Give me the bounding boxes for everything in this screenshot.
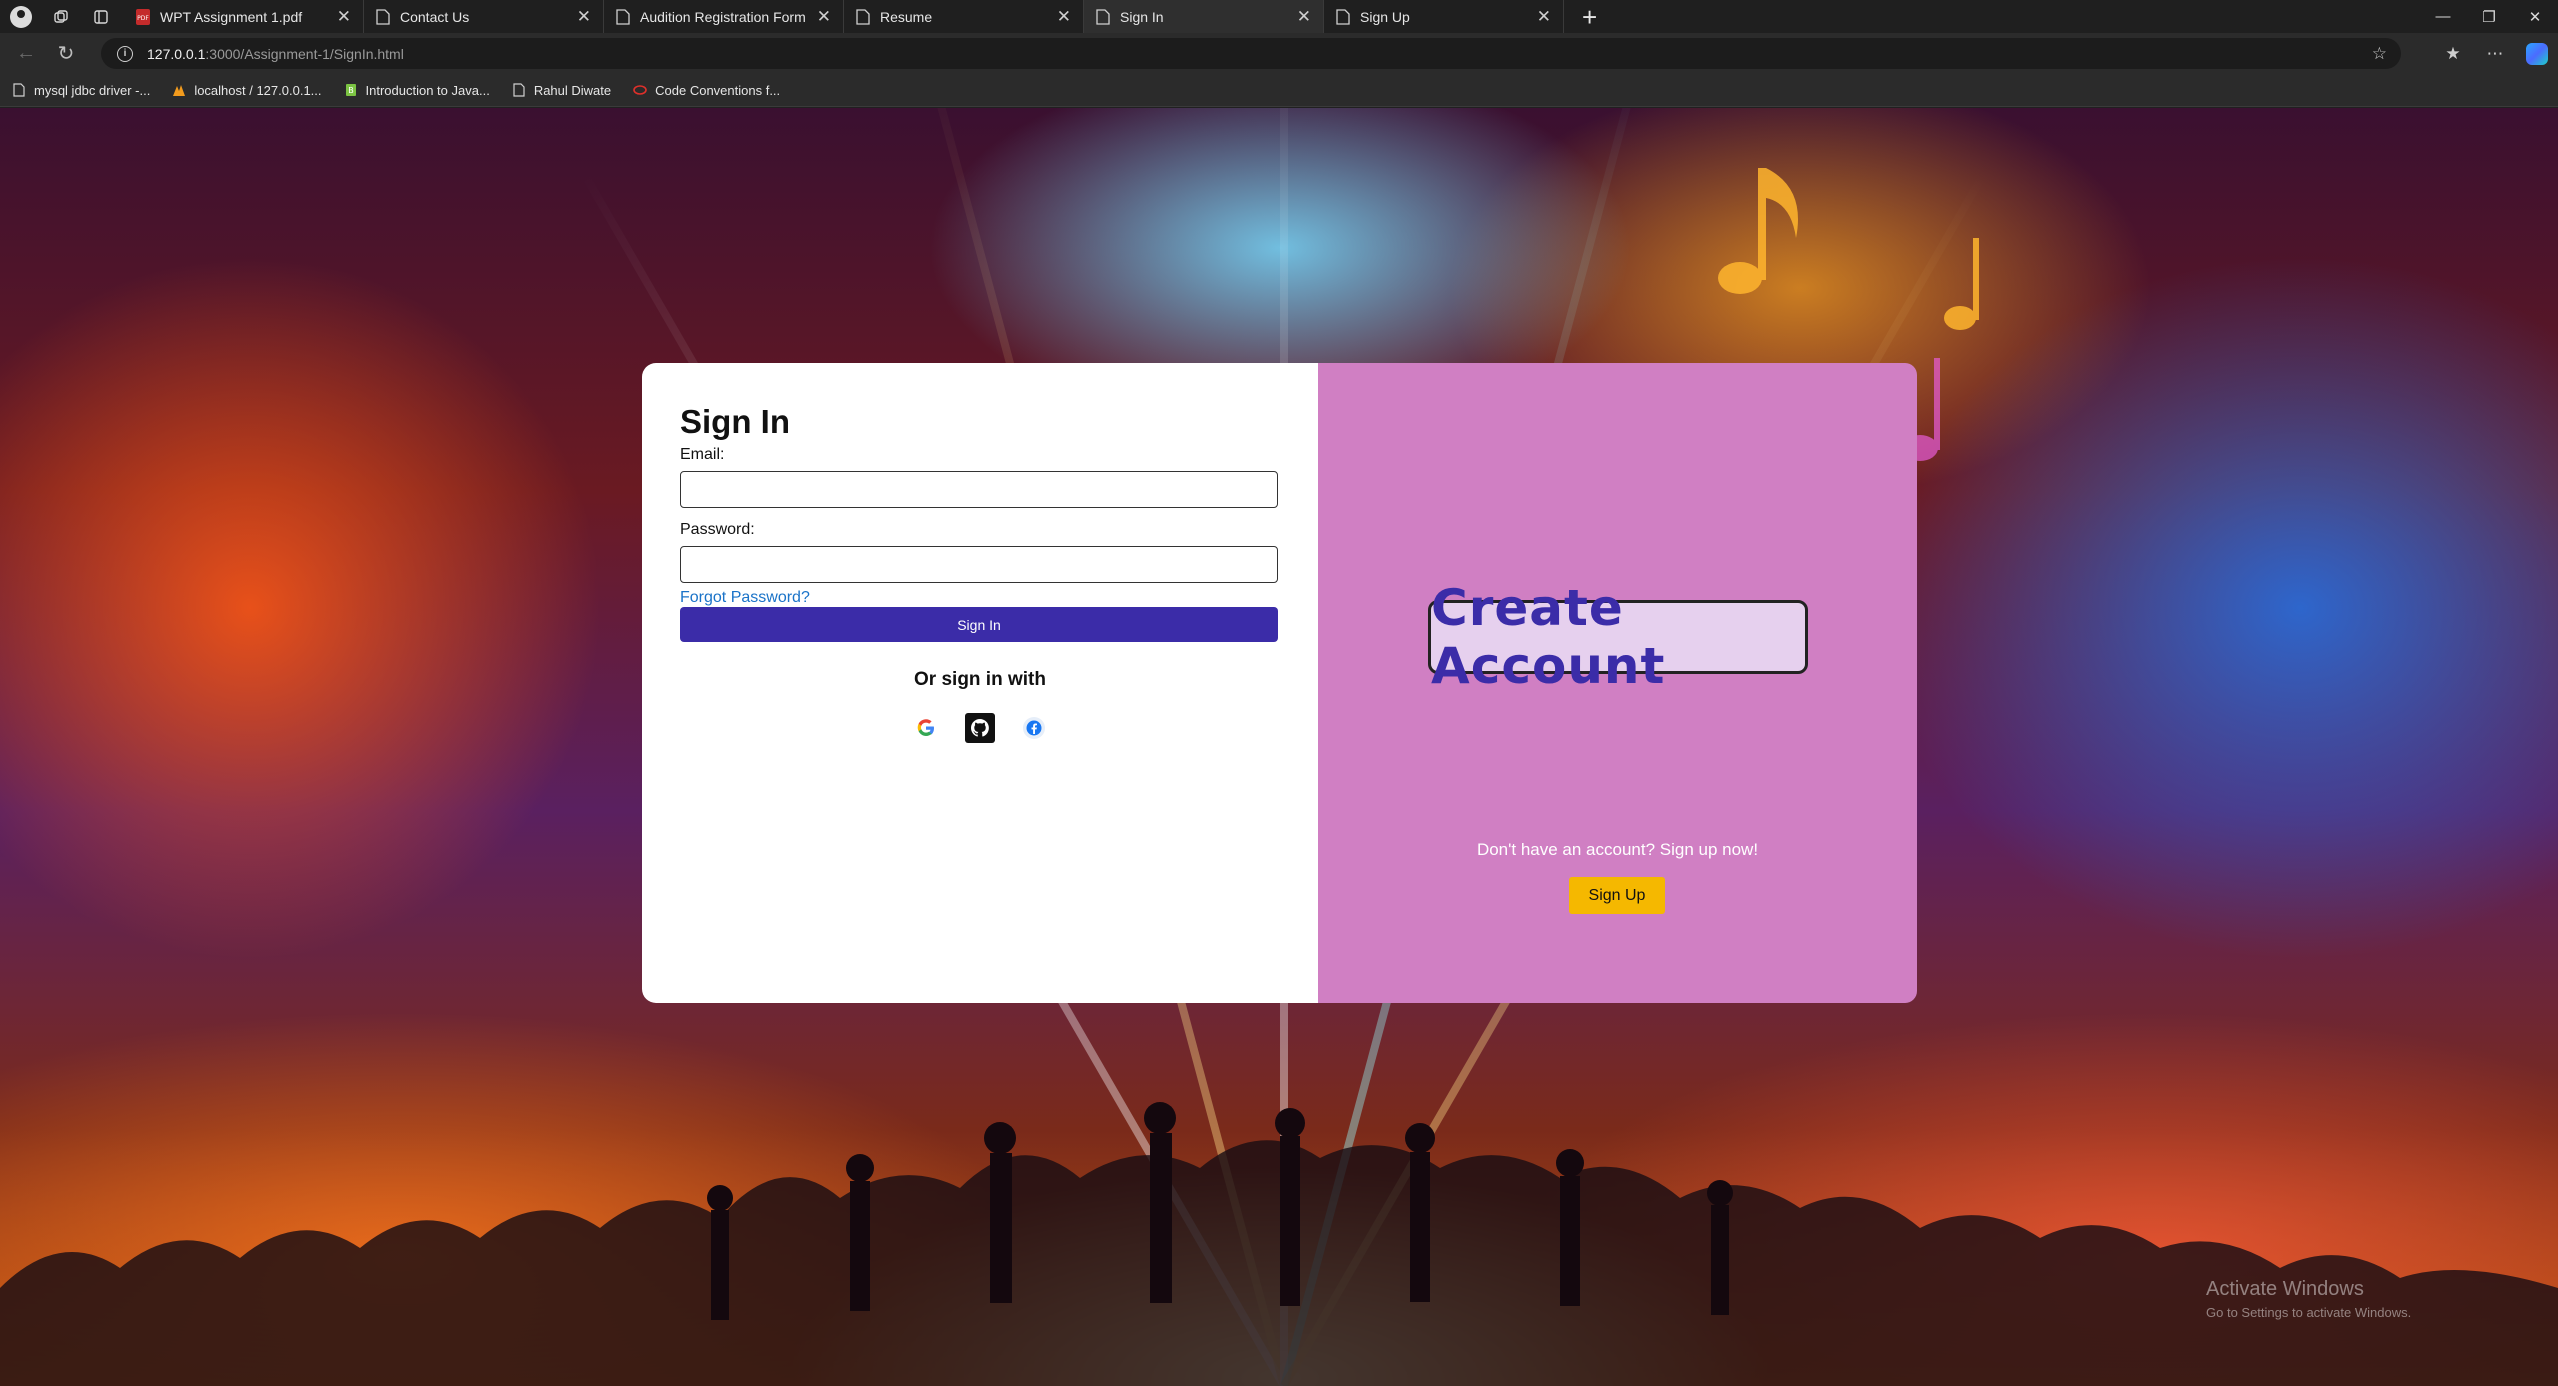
- watermark-title: Activate Windows: [2206, 1278, 2364, 1300]
- page-icon: [513, 83, 525, 97]
- new-tab-button[interactable]: +: [1582, 4, 1597, 30]
- profile-avatar-icon[interactable]: [10, 5, 32, 28]
- tab-strip: PDF WPT Assignment 1.pdf ✕ Contact Us ✕ …: [0, 0, 2558, 33]
- tab-actions-icon[interactable]: [90, 6, 112, 28]
- url-host: 127.0.0.1: [147, 45, 206, 62]
- pdf-icon: PDF: [136, 8, 150, 25]
- close-icon[interactable]: ✕: [817, 7, 831, 27]
- page-icon: [1336, 8, 1350, 25]
- page-icon: [13, 83, 25, 97]
- tab-title: Sign In: [1120, 8, 1164, 25]
- oracle-icon: [633, 85, 647, 95]
- tab-sign-up[interactable]: Sign Up ✕: [1324, 0, 1564, 33]
- tab-audition-registration[interactable]: Audition Registration Form ✕: [604, 0, 844, 33]
- bookmark-item[interactable]: mysql jdbc driver -...: [12, 83, 150, 98]
- signup-panel: Create Account Don't have an account? Si…: [1318, 363, 1917, 1003]
- tab-wpt-assignment[interactable]: PDF WPT Assignment 1.pdf ✕: [124, 0, 364, 33]
- tab-title: Contact Us: [400, 8, 470, 25]
- bookmark-label: mysql jdbc driver -...: [34, 82, 151, 98]
- site-info-icon[interactable]: i: [117, 45, 133, 62]
- bookmark-label: Code Conventions f...: [655, 82, 781, 98]
- back-arrow-icon[interactable]: ←: [6, 33, 46, 74]
- bookmark-item[interactable]: Rahul Diwate: [512, 83, 611, 98]
- bookmark-label: Rahul Diwate: [533, 82, 612, 98]
- crowd-silhouette-decoration: [0, 1102, 2558, 1386]
- close-window-icon[interactable]: ✕: [2512, 0, 2558, 33]
- workspaces-icon[interactable]: [50, 6, 72, 28]
- password-field[interactable]: [680, 546, 1278, 583]
- tab-title: Sign Up: [1360, 8, 1410, 25]
- phpmyadmin-icon: [173, 85, 186, 96]
- page-icon: [856, 8, 870, 25]
- tab-title: Resume: [880, 8, 933, 25]
- tab-resume[interactable]: Resume ✕: [844, 0, 1084, 33]
- minimize-icon[interactable]: —: [2420, 0, 2466, 33]
- bookmark-label: localhost / 127.0.0.1...: [194, 82, 322, 98]
- bookmark-item[interactable]: localhost / 127.0.0.1...: [172, 82, 322, 98]
- page-background: Activate Windows Go to Settings to activ…: [0, 108, 2558, 1386]
- create-account-title: Create Account: [1428, 579, 1808, 695]
- page-icon: [376, 8, 390, 25]
- close-icon[interactable]: ✕: [577, 7, 591, 27]
- more-menu-icon[interactable]: ⋯: [2474, 44, 2516, 64]
- tab-sign-in[interactable]: Sign In ✕: [1084, 0, 1324, 33]
- signin-button[interactable]: Sign In: [680, 607, 1278, 642]
- google-icon[interactable]: [911, 713, 941, 743]
- tab-contact-us[interactable]: Contact Us ✕: [364, 0, 604, 33]
- svg-text:B: B: [348, 86, 354, 95]
- forgot-password-link[interactable]: Forgot Password?: [680, 589, 810, 607]
- window-controls: — ❐ ✕: [2420, 0, 2558, 33]
- restore-icon[interactable]: ❐: [2466, 0, 2512, 33]
- address-bar: ← ↻ i 127.0.0.1:3000/Assignment-1/SignIn…: [0, 33, 2558, 74]
- bookmark-green-icon: B: [345, 84, 356, 96]
- page-icon: [1096, 8, 1110, 25]
- close-icon[interactable]: ✕: [337, 7, 351, 27]
- svg-text:PDF: PDF: [137, 15, 149, 22]
- signup-prompt-text: Don't have an account? Sign up now!: [1476, 840, 1759, 859]
- reload-icon[interactable]: ↻: [46, 33, 86, 74]
- bookmarks-bar: mysql jdbc driver -... localhost / 127.0…: [0, 74, 2558, 107]
- email-field[interactable]: [680, 471, 1278, 508]
- page-icon: [616, 8, 630, 25]
- signin-title: Sign In: [680, 403, 790, 440]
- tab-title: Audition Registration Form: [640, 8, 806, 25]
- email-label: Email:: [680, 446, 725, 463]
- watermark-subtitle: Go to Settings to activate Windows.: [2206, 1305, 2412, 1320]
- activate-windows-watermark: Activate Windows Go to Settings to activ…: [2206, 1278, 2411, 1320]
- toolbar-right: ★ ⋯: [2432, 33, 2558, 74]
- signup-button[interactable]: Sign Up: [1569, 877, 1665, 914]
- bookmark-item[interactable]: Code Conventions f...: [633, 83, 780, 98]
- url-field[interactable]: i 127.0.0.1:3000/Assignment-1/SignIn.htm…: [101, 38, 2401, 69]
- url-path: :3000/Assignment-1/SignIn.html: [205, 45, 404, 62]
- password-label: Password:: [680, 521, 755, 538]
- facebook-icon[interactable]: [1019, 713, 1049, 743]
- close-icon[interactable]: ✕: [1297, 7, 1311, 27]
- bookmark-item[interactable]: B Introduction to Java...: [344, 83, 490, 98]
- favorite-star-icon[interactable]: ☆: [2372, 44, 2387, 64]
- tab-title: WPT Assignment 1.pdf: [160, 8, 303, 25]
- signin-card: Sign In Email: Password: Forgot Password…: [642, 363, 1318, 1003]
- copilot-icon[interactable]: [2516, 42, 2558, 65]
- close-icon[interactable]: ✕: [1537, 7, 1551, 27]
- github-icon[interactable]: [965, 713, 995, 743]
- close-icon[interactable]: ✕: [1057, 7, 1071, 27]
- or-sign-in-with-label: Or sign in with: [914, 669, 1046, 690]
- favorites-icon[interactable]: ★: [2432, 44, 2474, 64]
- bookmark-label: Introduction to Java...: [365, 82, 490, 98]
